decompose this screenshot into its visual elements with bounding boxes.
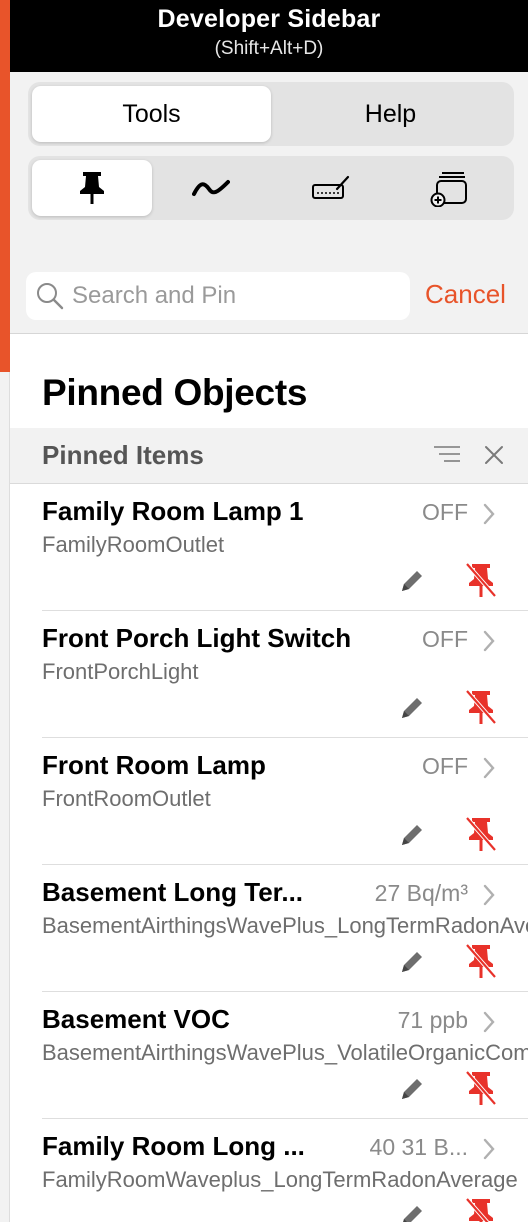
pin-icon: [79, 172, 104, 204]
edit-pencil-icon[interactable]: [398, 567, 426, 595]
graph-icon: [192, 180, 231, 196]
search-icon: [37, 283, 64, 310]
unpin-icon[interactable]: [464, 562, 498, 600]
app-title: Developer Sidebar: [157, 5, 381, 33]
tool-window-button[interactable]: [391, 160, 511, 216]
unpin-icon[interactable]: [464, 1070, 498, 1108]
sort-list-icon[interactable]: [433, 444, 461, 464]
item-device: BasementAirthingsWavePlus_LongTermRadonA…: [42, 913, 528, 938]
search-placeholder: Search and Pin: [72, 282, 237, 309]
chevron-right-icon[interactable]: [482, 1011, 496, 1033]
unpin-icon[interactable]: [464, 1197, 498, 1222]
item-name: Front Room Lamp: [42, 750, 266, 780]
item-device: FrontRoomOutlet: [42, 786, 211, 811]
edit-pencil-icon[interactable]: [398, 1202, 426, 1222]
item-device: BasementAirthingsWavePlus_VolatileOrgani…: [42, 1040, 528, 1065]
edit-pencil-icon[interactable]: [398, 694, 426, 722]
edit-pencil-icon[interactable]: [398, 1075, 426, 1103]
tool-pin-button[interactable]: [32, 160, 152, 216]
cancel-button[interactable]: Cancel: [425, 279, 506, 310]
close-icon[interactable]: [482, 443, 506, 467]
item-device: FrontPorchLight: [42, 659, 199, 684]
item-value: OFF: [422, 626, 468, 652]
list-item[interactable]: Basement Long Ter... BasementAirthingsWa…: [42, 865, 528, 992]
item-value: 27 Bq/m³: [374, 880, 468, 906]
tab-tools[interactable]: Tools: [32, 86, 271, 142]
list-item[interactable]: Front Porch Light Switch FrontPorchLight…: [42, 611, 528, 738]
edit-pencil-icon[interactable]: [398, 821, 426, 849]
item-name: Basement VOC: [42, 1004, 230, 1034]
item-value: 71 ppb: [397, 1007, 468, 1033]
chevron-right-icon[interactable]: [482, 757, 496, 779]
chevron-right-icon[interactable]: [482, 1138, 496, 1160]
section-header: Pinned Items: [10, 428, 528, 484]
item-name: Front Porch Light Switch: [42, 623, 352, 653]
mode-tabs: Tools Help: [28, 82, 514, 146]
chevron-right-icon[interactable]: [482, 884, 496, 906]
tool-selector: [28, 156, 514, 220]
add-window-icon: [430, 172, 468, 207]
keyboard-shortcut: (Shift+Alt+D): [214, 38, 324, 59]
unpin-icon[interactable]: [464, 943, 498, 981]
unpin-icon[interactable]: [464, 689, 498, 727]
item-value: 40 31 B...: [369, 1134, 468, 1160]
page-title: Pinned Objects: [42, 372, 308, 413]
list-item[interactable]: Basement VOC BasementAirthingsWavePlus_V…: [42, 992, 528, 1119]
list-item[interactable]: Family Room Lamp 1 FamilyRoomOutlet OFF: [42, 484, 528, 611]
item-device: FamilyRoomWaveplus_LongTermRadonAverage: [42, 1167, 518, 1192]
item-value: OFF: [422, 753, 468, 779]
search-field[interactable]: Search and Pin: [26, 272, 410, 320]
keyboard-pen-icon: [311, 175, 349, 199]
accent-strip: [0, 0, 10, 372]
chevron-right-icon[interactable]: [482, 503, 496, 525]
item-name: Basement Long Ter...: [42, 877, 304, 907]
tool-graph-button[interactable]: [152, 160, 272, 216]
list-item[interactable]: Family Room Long ... FamilyRoomWaveplus_…: [42, 1119, 528, 1222]
item-device: FamilyRoomOutlet: [42, 532, 225, 557]
pinned-list: Family Room Lamp 1 FamilyRoomOutlet OFF …: [0, 484, 528, 1222]
tool-keyboard-button[interactable]: [271, 160, 391, 216]
titlebar: Developer Sidebar (Shift+Alt+D): [10, 0, 528, 72]
item-value: OFF: [422, 499, 468, 525]
tab-help[interactable]: Help: [271, 86, 510, 142]
edit-pencil-icon[interactable]: [398, 948, 426, 976]
item-name: Family Room Lamp 1: [42, 496, 304, 526]
item-name: Family Room Long ...: [42, 1131, 305, 1161]
unpin-icon[interactable]: [464, 816, 498, 854]
chevron-right-icon[interactable]: [482, 630, 496, 652]
section-label: Pinned Items: [42, 440, 204, 470]
list-item[interactable]: Front Room Lamp FrontRoomOutlet OFF: [42, 738, 528, 865]
